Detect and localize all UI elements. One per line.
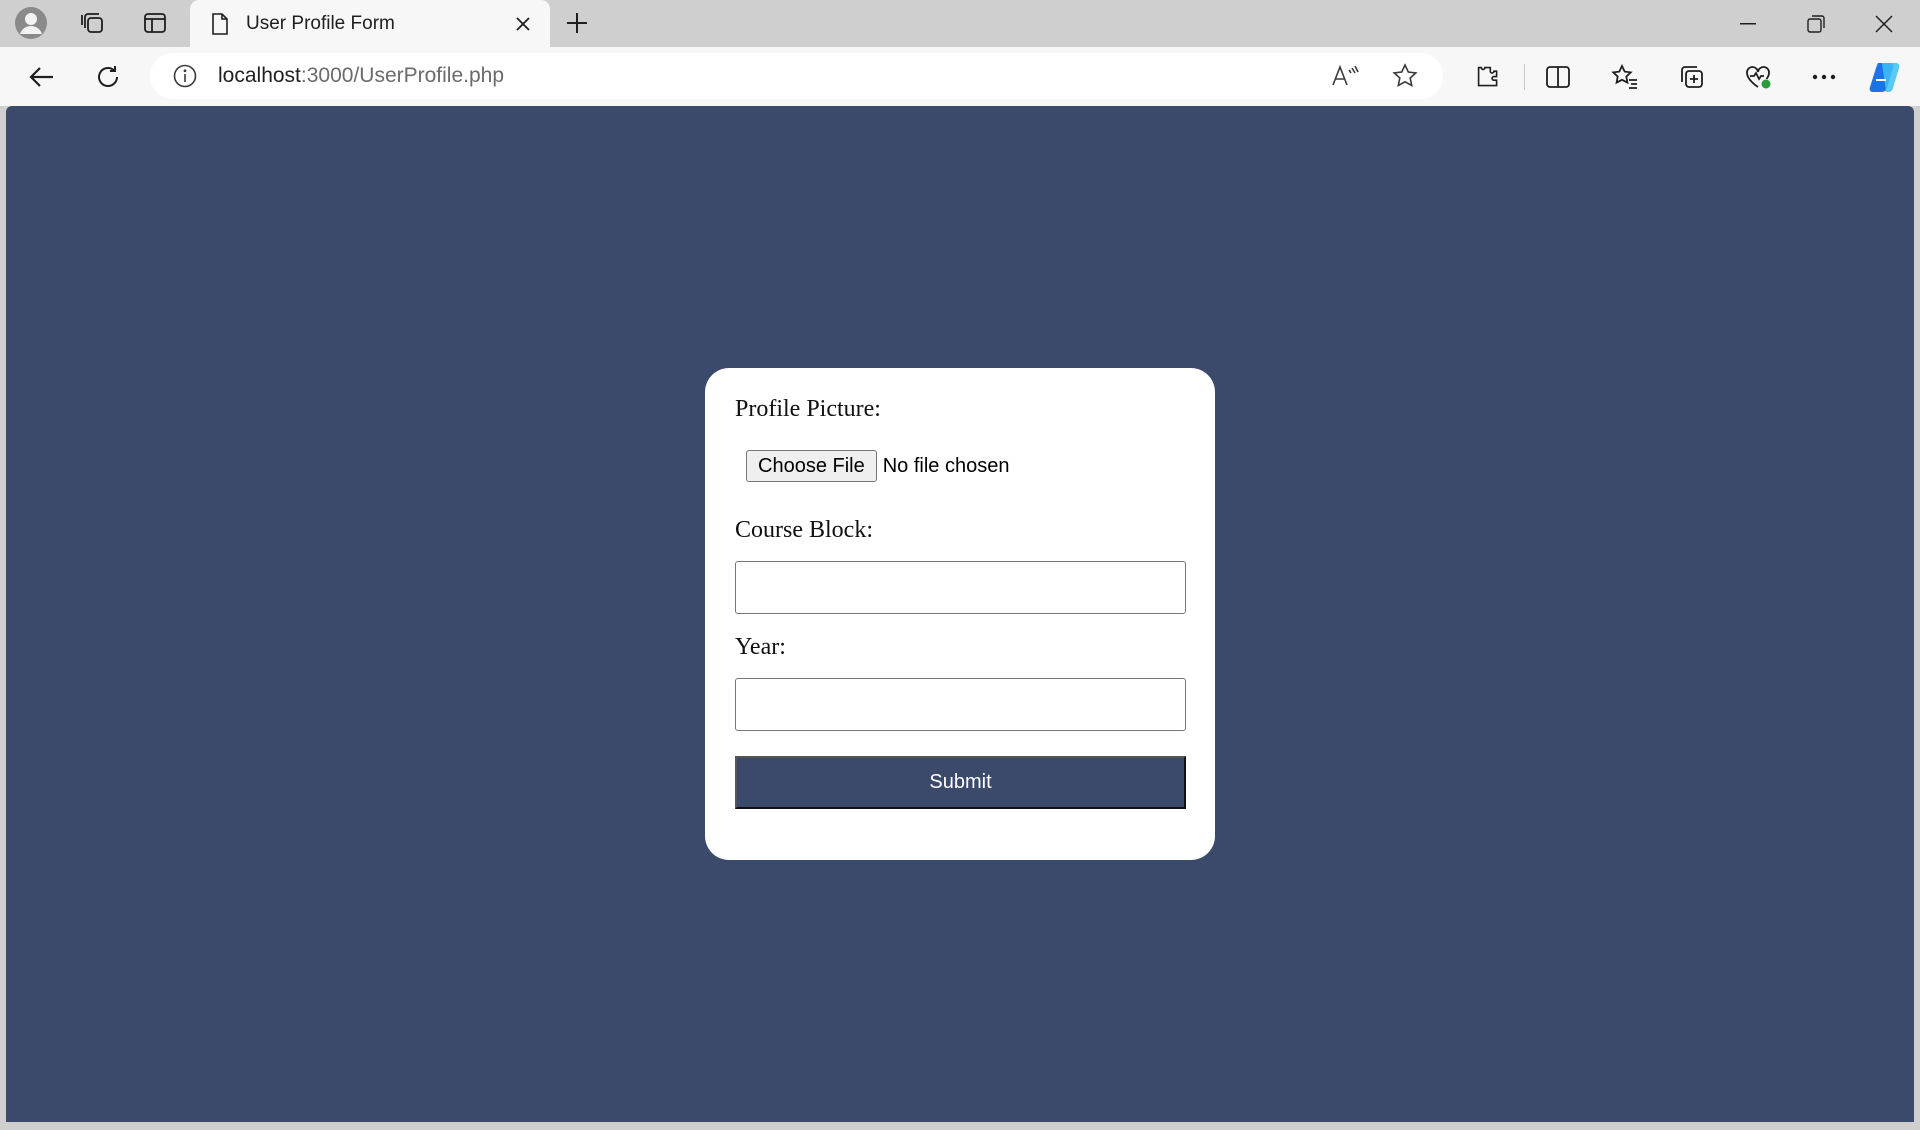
copilot-icon[interactable] xyxy=(1866,57,1906,97)
page-viewport: Profile Picture: Choose File No file cho… xyxy=(6,106,1914,1122)
favorite-star-icon[interactable] xyxy=(1385,56,1425,96)
file-status-text: No file chosen xyxy=(882,454,1010,477)
document-icon xyxy=(208,12,232,36)
submit-button[interactable]: Submit xyxy=(735,756,1186,809)
window-bottom-edge xyxy=(0,1122,1920,1130)
browser-titlebar: User Profile Form xyxy=(0,0,1920,48)
toolbar-separator xyxy=(1524,64,1525,90)
browser-essentials-icon[interactable] xyxy=(1738,57,1778,97)
back-icon[interactable] xyxy=(22,57,62,97)
address-bar[interactable]: localhost:3000/UserProfile.php xyxy=(150,53,1443,99)
url-text[interactable]: localhost:3000/UserProfile.php xyxy=(218,64,504,88)
tab-title: User Profile Form xyxy=(246,13,395,34)
restore-icon[interactable] xyxy=(1782,0,1850,47)
url-host: localhost xyxy=(218,64,301,87)
more-options-icon[interactable] xyxy=(1804,57,1844,97)
year-input[interactable] xyxy=(735,678,1186,731)
close-window-icon[interactable] xyxy=(1850,0,1918,47)
site-info-icon[interactable] xyxy=(172,63,198,89)
browser-toolbar: localhost:3000/UserProfile.php xyxy=(0,47,1920,106)
extensions-icon[interactable] xyxy=(1468,57,1508,97)
url-path: :3000/UserProfile.php xyxy=(300,64,505,87)
minimize-icon[interactable] xyxy=(1714,0,1782,47)
browser-tab[interactable]: User Profile Form xyxy=(190,0,550,48)
profile-picture-label: Profile Picture: xyxy=(735,396,881,422)
refresh-icon[interactable] xyxy=(88,57,128,97)
collections-icon[interactable] xyxy=(1672,57,1712,97)
close-tab-icon[interactable] xyxy=(508,9,538,39)
choose-file-button[interactable]: Choose File xyxy=(746,450,877,482)
course-block-label: Course Block: xyxy=(735,517,873,543)
vertical-tabs-icon[interactable] xyxy=(138,6,172,40)
favorites-icon[interactable] xyxy=(1605,57,1645,97)
workspaces-icon[interactable] xyxy=(76,6,110,40)
profile-icon[interactable] xyxy=(14,6,48,40)
course-block-input[interactable] xyxy=(735,561,1186,614)
year-label: Year: xyxy=(735,634,786,660)
profile-picture-file-input[interactable]: Choose File No file chosen xyxy=(746,450,1009,482)
new-tab-icon[interactable] xyxy=(560,6,594,40)
split-screen-icon[interactable] xyxy=(1538,57,1578,97)
read-aloud-icon[interactable] xyxy=(1325,56,1365,96)
user-profile-form-card: Profile Picture: Choose File No file cho… xyxy=(705,368,1215,860)
